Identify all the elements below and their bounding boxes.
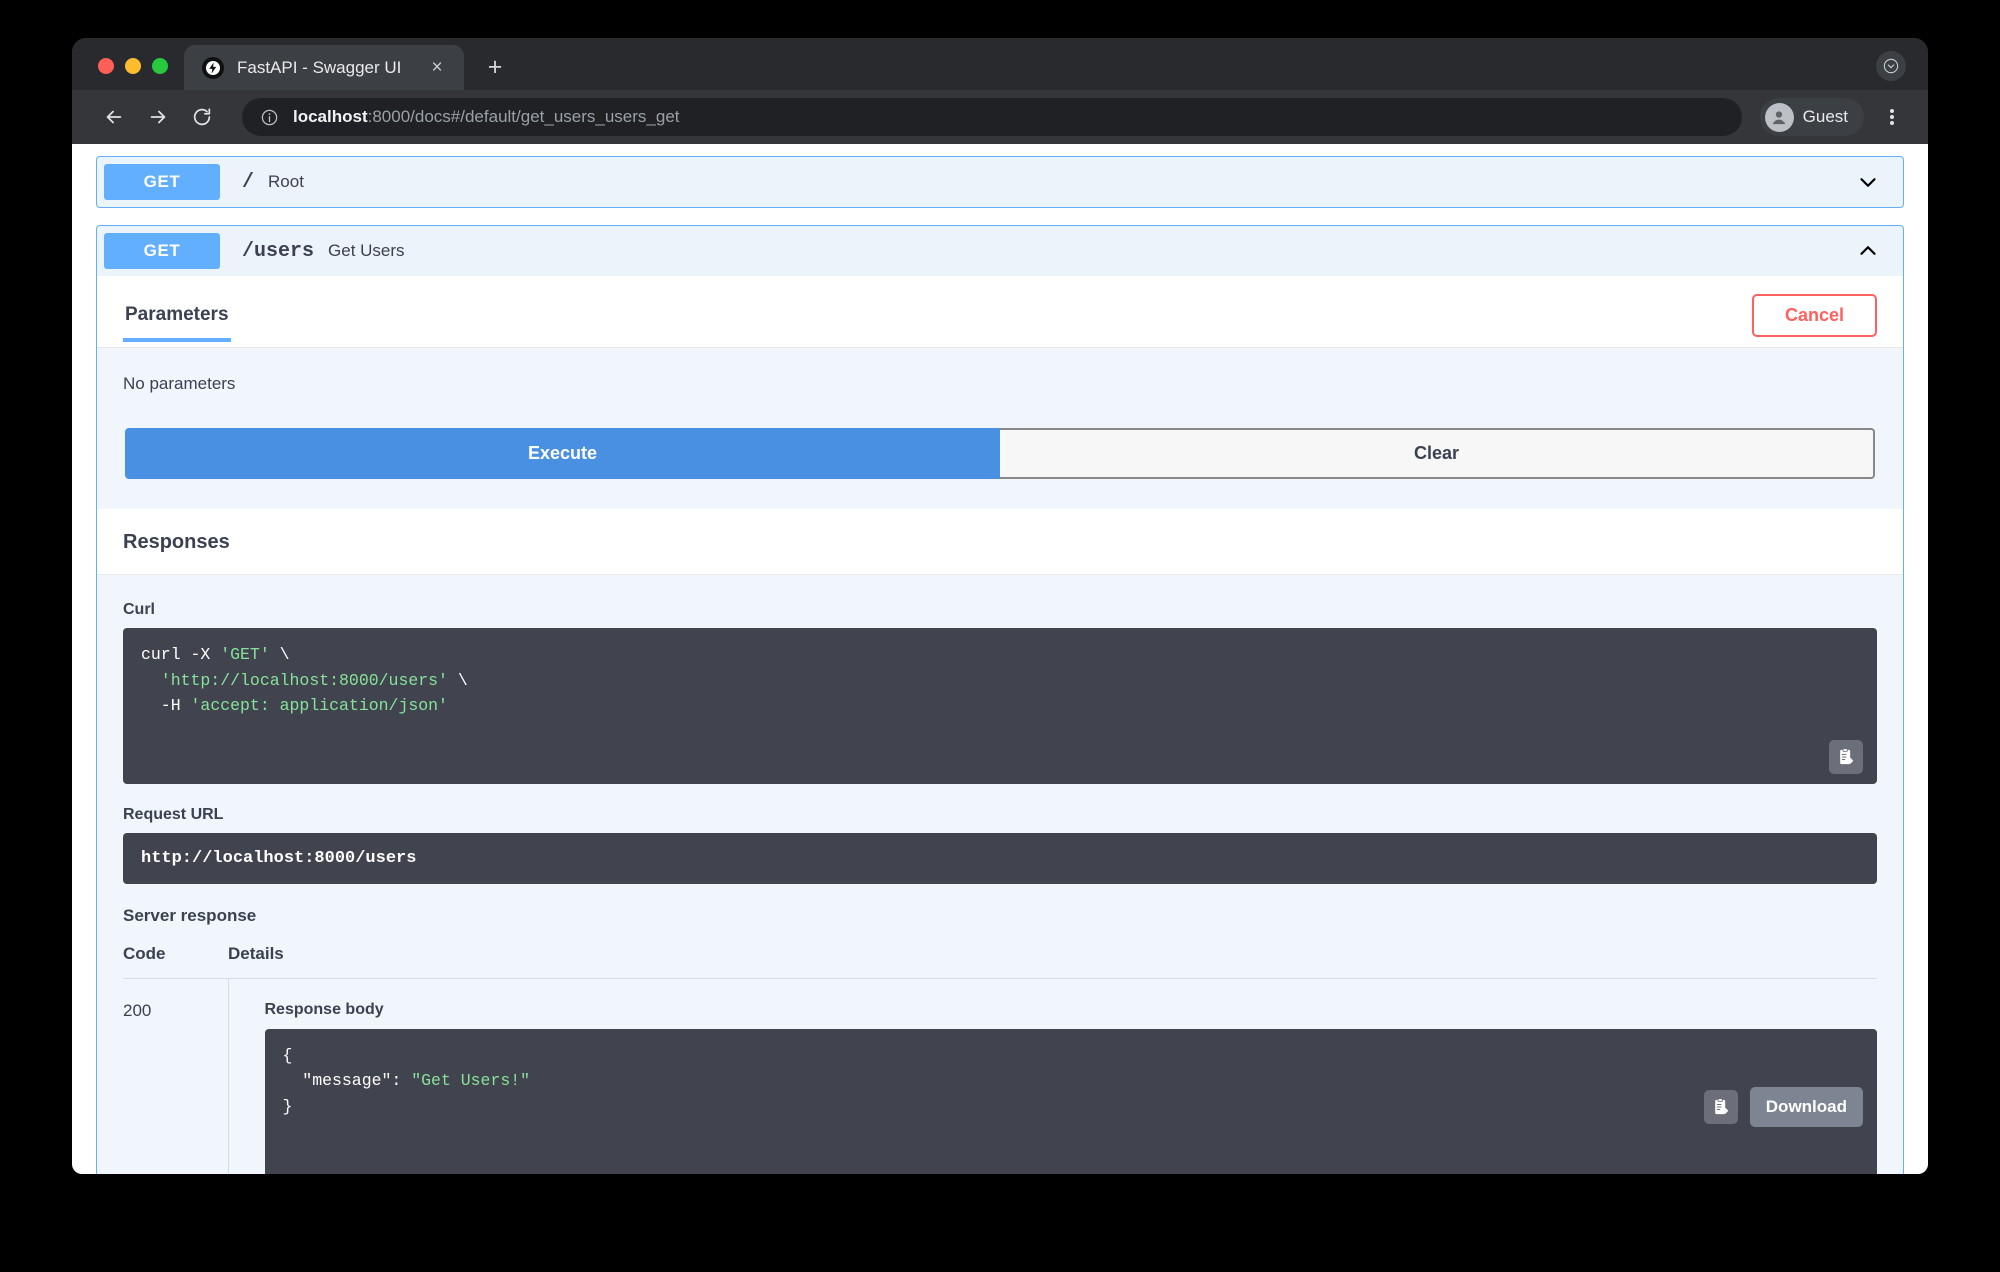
browser-tab-title: FastAPI - Swagger UI: [237, 58, 411, 78]
execute-button[interactable]: Execute: [125, 428, 1000, 479]
profile-button[interactable]: Guest: [1760, 98, 1864, 136]
page-viewport: GET / Root GET /users Get Users: [72, 144, 1928, 1174]
curl-code-block: curl -X 'GET' \ 'http://localhost:8000/u…: [123, 628, 1877, 784]
operation-summary-text: Get Users: [314, 241, 405, 261]
response-body-block: { "message": "Get Users!" }: [265, 1029, 1878, 1174]
maximize-window-button[interactable]: [152, 58, 168, 74]
window-traffic-lights: [72, 58, 184, 90]
http-method-badge: GET: [104, 233, 220, 269]
http-method-badge: GET: [104, 164, 220, 200]
responses-header: Responses: [97, 509, 1903, 575]
back-button[interactable]: [94, 97, 134, 137]
browser-menu-icon[interactable]: [1874, 99, 1910, 135]
curl-line-3-header: 'accept: application/json': [191, 696, 448, 715]
clear-button[interactable]: Clear: [1000, 428, 1875, 479]
operation-summary-text: Root: [254, 172, 304, 192]
address-bar-url: localhost:8000/docs#/default/get_users_u…: [293, 107, 680, 127]
response-details-cell: Response body { "message": "Get Users!" …: [228, 978, 1877, 1174]
curl-line-1-tail: \: [270, 645, 290, 664]
curl-line-2-url: 'http://localhost:8000/users': [141, 671, 448, 690]
fastapi-icon: [202, 57, 224, 79]
column-header-code: Code: [123, 944, 228, 979]
parameters-body: No parameters: [97, 348, 1903, 428]
tab-strip: FastAPI - Swagger UI × +: [72, 38, 1928, 90]
execute-clear-row: Execute Clear: [97, 428, 1903, 509]
reload-button[interactable]: [182, 97, 222, 137]
operation-get-root[interactable]: GET / Root: [96, 156, 1904, 208]
address-bar[interactable]: localhost:8000/docs#/default/get_users_u…: [242, 98, 1742, 136]
curl-label: Curl: [123, 601, 1877, 619]
download-button[interactable]: Download: [1750, 1087, 1863, 1127]
no-parameters-text: No parameters: [123, 374, 1877, 428]
avatar: [1765, 103, 1794, 132]
browser-tab[interactable]: FastAPI - Swagger UI ×: [184, 45, 464, 90]
response-body-actions: Download: [1704, 1087, 1863, 1127]
column-header-details: Details: [228, 944, 1877, 979]
chevron-up-icon[interactable]: [1855, 238, 1895, 264]
parameters-header: Parameters Cancel: [97, 276, 1903, 348]
copy-response-icon[interactable]: [1704, 1090, 1738, 1124]
response-status-code: 200: [123, 978, 228, 1174]
response-body-label: Response body: [265, 1001, 1878, 1019]
chevron-down-icon[interactable]: [1855, 169, 1895, 195]
tab-parameters[interactable]: Parameters: [123, 300, 231, 342]
response-body-key: "message":: [283, 1071, 412, 1090]
window-controls-icon[interactable]: [1876, 51, 1906, 81]
table-row: 200 Response body { "message": "Get User…: [123, 978, 1877, 1174]
server-response-label: Server response: [123, 906, 1877, 926]
curl-line-3-flag: -H: [141, 696, 191, 715]
response-body-value: "Get Users!": [411, 1071, 530, 1090]
responses-body: Curl curl -X 'GET' \ 'http://localhost:8…: [97, 575, 1903, 1174]
operation-summary-row[interactable]: GET / Root: [97, 157, 1903, 207]
close-window-button[interactable]: [98, 58, 114, 74]
table-header-row: Code Details: [123, 944, 1877, 979]
url-host: localhost: [293, 107, 368, 126]
minimize-window-button[interactable]: [125, 58, 141, 74]
response-body-open: {: [283, 1046, 293, 1065]
responses-title: Responses: [123, 531, 1877, 554]
operation-get-users[interactable]: GET /users Get Users Parameters Cancel N…: [96, 225, 1904, 1174]
forward-button[interactable]: [138, 97, 178, 137]
request-url-value: http://localhost:8000/users: [123, 833, 1877, 884]
url-path: :8000/docs#/default/get_users_users_get: [368, 107, 680, 126]
profile-name: Guest: [1803, 107, 1848, 127]
curl-line-2-tail: \: [448, 671, 468, 690]
close-tab-icon[interactable]: ×: [424, 55, 450, 81]
request-url-label: Request URL: [123, 806, 1877, 824]
new-tab-button[interactable]: +: [476, 48, 514, 86]
operation-path: /users: [220, 240, 314, 263]
operation-summary-row[interactable]: GET /users Get Users: [97, 226, 1903, 276]
responses-table: Code Details 200 Response body { "messag…: [123, 944, 1877, 1174]
response-body-close: }: [283, 1097, 293, 1116]
cancel-button[interactable]: Cancel: [1752, 294, 1877, 337]
operation-path: /: [220, 171, 254, 194]
operation-body: Parameters Cancel No parameters Execute …: [97, 276, 1903, 1174]
curl-line-1-method: 'GET': [220, 645, 270, 664]
copy-curl-icon[interactable]: [1829, 740, 1863, 774]
curl-line-1-cmd: curl -X: [141, 645, 220, 664]
browser-window: FastAPI - Swagger UI × +: [72, 38, 1928, 1174]
site-info-icon[interactable]: [260, 108, 279, 127]
browser-toolbar: localhost:8000/docs#/default/get_users_u…: [72, 90, 1928, 144]
